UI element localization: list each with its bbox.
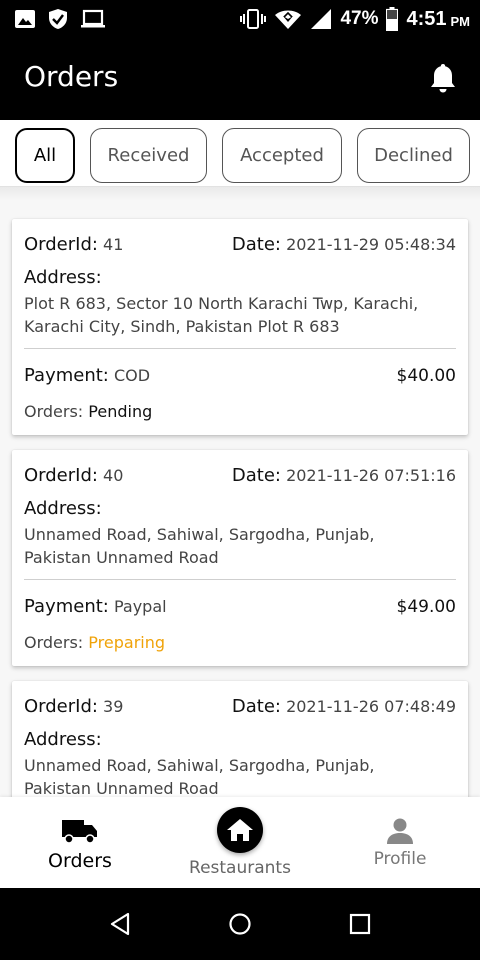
- filter-divider: [0, 186, 480, 200]
- order-status-label: Orders:: [24, 402, 84, 421]
- order-date-row: Date: 2021-11-26 07:48:49: [24, 696, 456, 717]
- truck-icon: [62, 820, 97, 844]
- nav-restaurants[interactable]: Restaurants: [180, 797, 300, 888]
- person-icon: [387, 818, 413, 844]
- filter-declined-label: Declined: [374, 145, 453, 166]
- status-bar: 47% 4:51 PM: [0, 0, 480, 38]
- filter-received-chip[interactable]: Received: [90, 128, 207, 183]
- filter-accepted-chip[interactable]: Accepted: [222, 128, 342, 183]
- order-status-label: Orders:: [24, 633, 84, 652]
- clock-ampm: PM: [450, 13, 471, 29]
- order-status-row: Orders: Preparing: [24, 633, 456, 652]
- bottom-nav: Orders Restaurants Profile: [0, 797, 480, 888]
- payment-label: Payment:: [24, 596, 109, 617]
- address-line: Pakistan Unnamed Road: [24, 779, 219, 797]
- filter-all-label: All: [33, 145, 57, 166]
- address-label: Address:: [24, 498, 102, 519]
- order-status-value: Preparing: [88, 633, 166, 652]
- address-line: Karachi City, Sindh, Pakistan Plot R 683: [24, 317, 340, 336]
- laptop-icon: [81, 9, 105, 28]
- address-label: Address:: [24, 729, 102, 750]
- payment-method: Paypal: [113, 597, 167, 616]
- filter-declined-chip[interactable]: Declined: [357, 128, 470, 183]
- payment-method: COD: [113, 366, 151, 385]
- order-date-value: 2021-11-29 05:48:34: [286, 235, 456, 254]
- address-line: Pakistan Unnamed Road: [24, 548, 219, 567]
- order-card[interactable]: OrderId: 40 Date: 2021-11-26 07:51:16 Ad…: [12, 450, 468, 666]
- home-icon: [227, 819, 253, 841]
- order-date-label: Date:: [231, 234, 281, 255]
- nav-profile[interactable]: Profile: [360, 797, 440, 888]
- order-date-value: 2021-11-26 07:48:49: [286, 697, 456, 716]
- signal-icon: [311, 9, 332, 29]
- back-icon[interactable]: [109, 912, 131, 936]
- payment-row: Payment: COD: [24, 365, 456, 386]
- nav-restaurants-label: Restaurants: [189, 858, 291, 878]
- wifi-icon: [275, 10, 302, 29]
- payment-row: Payment: Paypal: [24, 596, 456, 617]
- address-text: Unnamed Road, Sahiwal, Sargodha, Punjab,…: [24, 523, 456, 569]
- battery-icon: [386, 7, 399, 31]
- filter-all-chip[interactable]: All: [15, 128, 75, 183]
- nav-profile-label: Profile: [373, 849, 427, 869]
- address-text: Unnamed Road, Sahiwal, Sargodha, Punjab,…: [24, 754, 456, 797]
- order-card[interactable]: OrderId: 39 Date: 2021-11-26 07:48:49 Ad…: [12, 681, 468, 797]
- nav-orders-label: Orders: [48, 850, 112, 872]
- order-amount: $49.00: [396, 597, 456, 617]
- filter-received-label: Received: [107, 145, 190, 166]
- nav-orders[interactable]: Orders: [40, 797, 120, 888]
- system-nav-bar: [0, 888, 480, 960]
- order-list[interactable]: OrderId: 41 Date: 2021-11-29 05:48:34 Ad…: [0, 200, 480, 797]
- address-label: Address:: [24, 267, 102, 288]
- card-divider: [24, 579, 456, 580]
- address-line: Unnamed Road, Sahiwal, Sargodha, Punjab,: [24, 525, 375, 544]
- recents-icon[interactable]: [349, 913, 371, 935]
- shield-icon: [49, 9, 67, 29]
- order-date-row: Date: 2021-11-26 07:51:16: [24, 465, 456, 486]
- address-line: Unnamed Road, Sahiwal, Sargodha, Punjab,: [24, 756, 375, 775]
- order-status-value: Pending: [88, 402, 153, 421]
- order-date-label: Date:: [231, 465, 281, 486]
- order-date-label: Date:: [231, 696, 281, 717]
- app-bar: Orders: [0, 38, 480, 120]
- home-button-icon[interactable]: [228, 912, 252, 936]
- order-status-row: Orders: Pending: [24, 402, 456, 421]
- card-divider: [24, 348, 456, 349]
- order-amount: $40.00: [396, 366, 456, 386]
- image-icon: [15, 10, 35, 28]
- order-date-value: 2021-11-26 07:51:16: [286, 466, 456, 485]
- home-icon-circle: [217, 807, 263, 853]
- vibrate-icon: [240, 9, 267, 29]
- clock-time: 4:51: [406, 7, 447, 30]
- battery-percent: 47%: [340, 8, 379, 29]
- address-line: Plot R 683, Sector 10 North Karachi Twp,…: [24, 294, 419, 313]
- order-card[interactable]: OrderId: 41 Date: 2021-11-29 05:48:34 Ad…: [12, 219, 468, 435]
- bell-icon[interactable]: [428, 62, 458, 94]
- filter-accepted-label: Accepted: [240, 145, 324, 166]
- payment-label: Payment:: [24, 365, 109, 386]
- address-text: Plot R 683, Sector 10 North Karachi Twp,…: [24, 292, 456, 338]
- order-date-row: Date: 2021-11-29 05:48:34: [24, 234, 456, 255]
- page-title: Orders: [24, 60, 119, 93]
